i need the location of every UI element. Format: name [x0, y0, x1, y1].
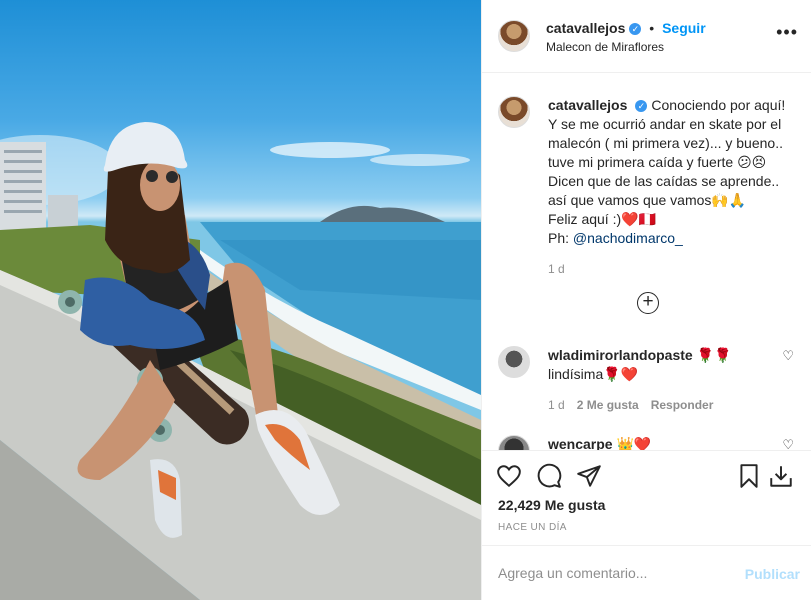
post-actions: 22,429 Me gusta HACE UN DÍA	[482, 450, 811, 545]
comment-body: wladimirorlandopaste 🌹🌹 lindísima🌹❤️	[548, 346, 778, 384]
comment-item: wladimirorlandopaste 🌹🌹 lindísima🌹❤️ ♡ 1…	[498, 346, 798, 416]
like-comment-heart-icon[interactable]: ♡	[782, 348, 794, 364]
comment-body: wencarpe 👑❤️	[548, 435, 778, 450]
comment-bubble-icon[interactable]	[536, 463, 562, 489]
post-side-panel: catavallejos ✓ • Seguir Malecon de Mirafl…	[481, 0, 811, 600]
more-options-icon[interactable]: •••	[776, 22, 798, 43]
comments-list[interactable]: catavallejos ✓ Conociendo por aquí! Y se m…	[482, 74, 811, 450]
add-comment-bar: Publicar	[482, 545, 811, 600]
post-timestamp[interactable]: HACE UN DÍA	[498, 522, 567, 533]
commenter-avatar[interactable]	[498, 346, 530, 378]
caption-username[interactable]: catavallejos	[548, 97, 627, 113]
author-line: catavallejos ✓ • Seguir	[546, 20, 706, 36]
comment-text: lindísima🌹❤️	[548, 366, 639, 382]
caption-credit-prefix: Ph:	[548, 230, 573, 246]
like-comment-heart-icon[interactable]: ♡	[782, 437, 794, 450]
commenter-username[interactable]: wladimirorlandopaste 🌹🌹	[548, 347, 731, 363]
comment-time[interactable]: 1 d	[548, 398, 565, 412]
author-username[interactable]: catavallejos	[546, 20, 625, 36]
caption: catavallejos ✓ Conociendo por aquí! Y se m…	[548, 96, 796, 279]
publish-button[interactable]: Publicar	[745, 566, 800, 582]
comment-item: wencarpe 👑❤️ ♡	[498, 435, 798, 450]
verified-badge-icon: ✓	[635, 100, 648, 112]
location-link[interactable]: Malecon de Miraflores	[546, 40, 664, 54]
comment-meta: 1 d 2 Me gusta Responder	[548, 398, 725, 412]
photo-illustration	[0, 122, 481, 600]
verified-badge-icon: ✓	[629, 23, 642, 35]
photographer-tag-link[interactable]: @nachodimarco_	[573, 230, 683, 246]
reply-button[interactable]: Responder	[651, 398, 714, 412]
commenter-username[interactable]: wencarpe 👑❤️	[548, 436, 651, 450]
share-paper-plane-icon[interactable]	[576, 463, 602, 489]
caption-text: Conociendo por aquí! Y se me ocurrió and…	[548, 97, 786, 208]
save-bookmark-icon[interactable]	[736, 463, 762, 489]
comment-input[interactable]	[498, 562, 738, 584]
separator-dot: •	[649, 20, 655, 36]
like-heart-icon[interactable]	[496, 463, 522, 489]
load-more-comments-icon[interactable]: +	[637, 292, 659, 314]
comment-likes[interactable]: 2 Me gusta	[577, 398, 639, 412]
post-photo[interactable]	[0, 0, 481, 600]
author-avatar[interactable]	[498, 20, 530, 52]
commenter-avatar[interactable]	[498, 435, 530, 450]
likes-count[interactable]: 22,429 Me gusta	[498, 497, 605, 513]
caption-avatar[interactable]	[498, 96, 530, 128]
download-icon[interactable]	[768, 463, 794, 489]
follow-button[interactable]: Seguir	[662, 20, 706, 36]
caption-line2: Feliz aquí :)❤️🇵🇪	[548, 211, 657, 227]
caption-time[interactable]: 1 d	[548, 260, 796, 279]
post-header: catavallejos ✓ • Seguir Malecon de Mirafl…	[482, 0, 811, 73]
